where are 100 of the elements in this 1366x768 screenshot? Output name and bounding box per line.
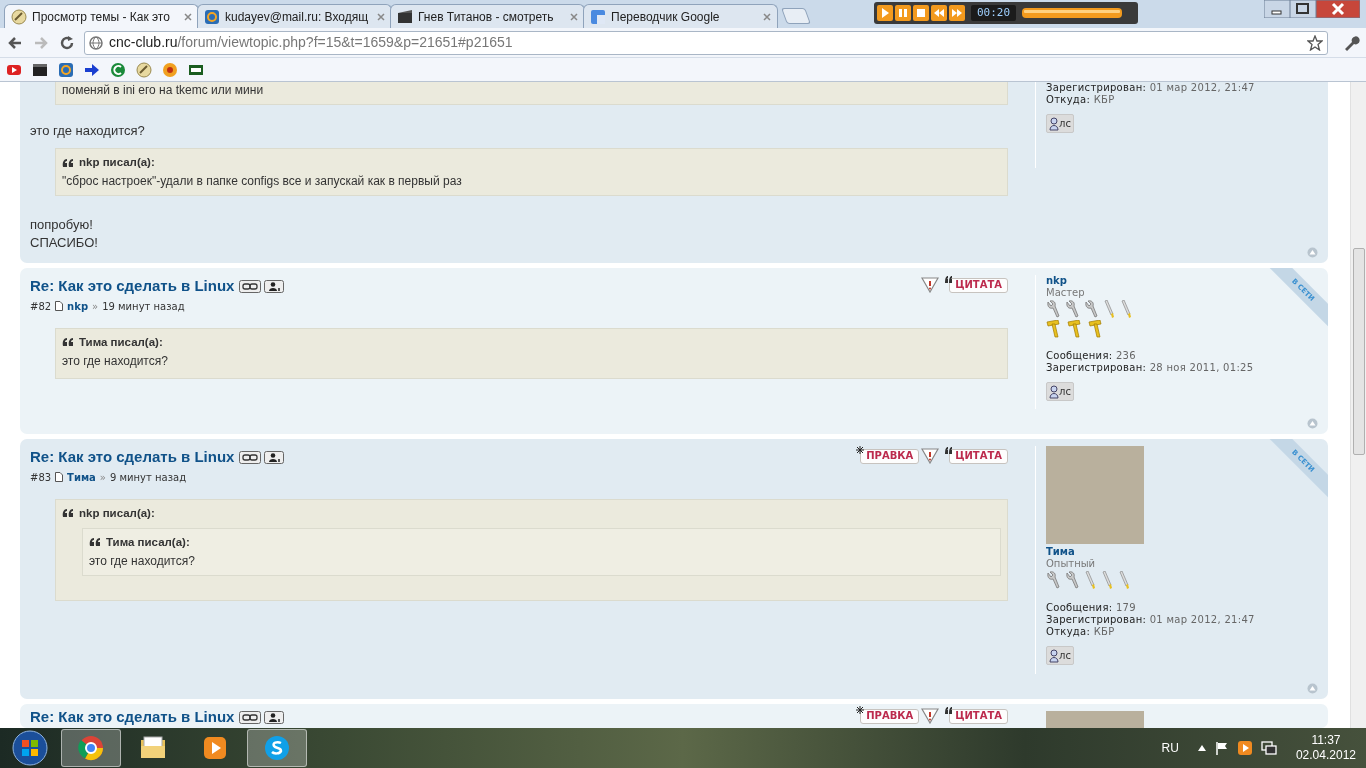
user-rank: Опытный — [1046, 558, 1096, 570]
browser-tab[interactable]: kudayev@mail.ru: Входящ — [197, 4, 392, 28]
link-icon[interactable] — [239, 710, 262, 724]
field-value: 28 ноя 2011, 01:25 — [1149, 362, 1254, 373]
post-text: СПАСИБО! — [30, 234, 99, 253]
player-control-icon[interactable] — [949, 5, 965, 21]
document-icon[interactable] — [55, 472, 64, 482]
star-icon[interactable] — [1307, 34, 1323, 51]
pm-button[interactable]: лс — [1046, 646, 1074, 665]
url-path: /forum/viewtopic.php?f=15&t=1659&p=21651#p21651 — [177, 34, 513, 50]
player-control-icon[interactable] — [877, 5, 893, 21]
quote-icon — [62, 337, 75, 348]
chat-icon — [263, 734, 291, 762]
url-host: cnc-club.ru — [109, 34, 178, 50]
language-indicator[interactable]: RU — [1161, 739, 1179, 757]
media-icon — [201, 734, 229, 762]
clock-date[interactable]: 02.04.2012 — [1295, 748, 1356, 763]
reload-icon[interactable] — [58, 33, 76, 52]
field-value: 236 — [1115, 350, 1136, 361]
close-icon[interactable] — [377, 12, 385, 21]
link-icon[interactable] — [239, 450, 262, 464]
post-text: это где находится? — [30, 122, 146, 140]
player-control-icon[interactable] — [895, 5, 911, 21]
quote-text: это где находится? — [62, 352, 169, 370]
quote-icon — [62, 157, 75, 168]
field-label: Сообщения: — [1046, 350, 1113, 361]
field-label: Зарегистрирован: — [1046, 614, 1147, 625]
post-title-link[interactable]: Re: Как это сделать в Linux — [30, 275, 235, 298]
post-time: 9 минут назад — [110, 470, 187, 485]
up-arrow-icon[interactable] — [1197, 745, 1206, 751]
user-icon[interactable] — [264, 450, 285, 464]
address-bar[interactable]: cnc-club.ru/forum/viewtopic.php?f=15&t=1659&p=21651#p21651 — [84, 30, 1328, 55]
clock-time[interactable]: 11:37 — [1311, 733, 1341, 748]
person-icon — [1049, 648, 1059, 663]
maximize-button[interactable] — [1290, 0, 1316, 18]
close-icon[interactable] — [184, 12, 192, 21]
browser-tab[interactable]: Просмотр темы - Как это — [4, 4, 199, 28]
quote-author: Тима писал(а): — [106, 534, 190, 550]
bookmark-icon[interactable] — [136, 61, 152, 78]
browser-tab[interactable]: Переводчик Google — [583, 4, 778, 28]
asterisk-icon — [856, 445, 865, 454]
hammer-icon — [1088, 320, 1104, 338]
quote-icon — [62, 508, 75, 519]
field-label: Сообщения: — [1046, 602, 1113, 613]
post-title-link[interactable]: Re: Как это сделать в Linux — [30, 446, 235, 469]
globe-icon — [89, 35, 103, 50]
person-icon — [1049, 116, 1059, 131]
document-icon[interactable] — [55, 301, 64, 311]
quote-text: поменяй в ini его на tkemc или мини — [62, 82, 265, 99]
player-time: 00:20 — [971, 4, 1017, 22]
bookmark-icon[interactable] — [32, 61, 48, 78]
separator: » — [92, 299, 99, 314]
author-link[interactable]: Тима — [67, 469, 96, 485]
warning-icon[interactable] — [921, 448, 940, 464]
player-seek-bar[interactable] — [1022, 8, 1123, 18]
post-time: 19 минут назад — [102, 299, 185, 314]
player-control-icon[interactable] — [931, 5, 947, 21]
flag-icon[interactable] — [1214, 741, 1229, 755]
scrollbar[interactable] — [1350, 82, 1366, 728]
screwdriver-icon — [1120, 300, 1132, 318]
media-tray-icon[interactable] — [1237, 741, 1252, 755]
user-icon[interactable] — [264, 279, 285, 293]
bookmark-icon[interactable] — [84, 61, 100, 78]
quote-icon — [89, 537, 102, 548]
user-icon[interactable] — [264, 710, 285, 724]
field-value: 01 мар 2012, 21:47 — [1149, 82, 1255, 93]
asterisk-icon — [856, 705, 865, 714]
post-number: #82 — [30, 299, 52, 314]
username-link[interactable]: Тима — [1046, 546, 1075, 558]
start-button[interactable] — [11, 729, 49, 767]
author-link[interactable]: nkp — [67, 298, 89, 314]
browser-icon — [77, 734, 105, 762]
field-value: КБР — [1093, 94, 1115, 105]
post-title-link[interactable]: Re: Как это сделать в Linux — [30, 706, 235, 728]
link-icon[interactable] — [239, 279, 262, 293]
post-text: попробую! — [30, 216, 94, 235]
browser-tab[interactable]: Гнев Титанов - смотреть — [390, 4, 585, 28]
player-control-icon[interactable] — [913, 5, 929, 21]
screwdriver-icon — [1084, 571, 1096, 589]
screwdriver-icon — [1103, 300, 1115, 318]
hammer-icon — [1067, 320, 1083, 338]
close-button[interactable] — [1316, 0, 1360, 18]
field-value: КБР — [1093, 626, 1115, 637]
quote-author: nkp писал(а): — [79, 505, 155, 521]
user-rank: Мастер — [1046, 287, 1085, 299]
pm-button[interactable]: лс — [1046, 382, 1074, 401]
screwdriver-icon — [1101, 571, 1113, 589]
warning-icon[interactable] — [921, 708, 940, 724]
field-label: Откуда: — [1046, 626, 1091, 637]
username-link[interactable]: nkp — [1046, 275, 1067, 287]
tab-favicon — [204, 8, 220, 25]
person-icon — [1049, 384, 1059, 399]
quote-mark-icon — [945, 445, 954, 454]
quote-author: Тима писал(а): — [79, 334, 163, 350]
network-icon[interactable] — [1260, 741, 1277, 755]
close-icon[interactable] — [570, 12, 578, 21]
screwdriver-icon — [1118, 571, 1130, 589]
pm-button[interactable]: лс — [1046, 114, 1074, 133]
warning-icon[interactable] — [921, 277, 940, 293]
close-icon[interactable] — [763, 12, 771, 21]
